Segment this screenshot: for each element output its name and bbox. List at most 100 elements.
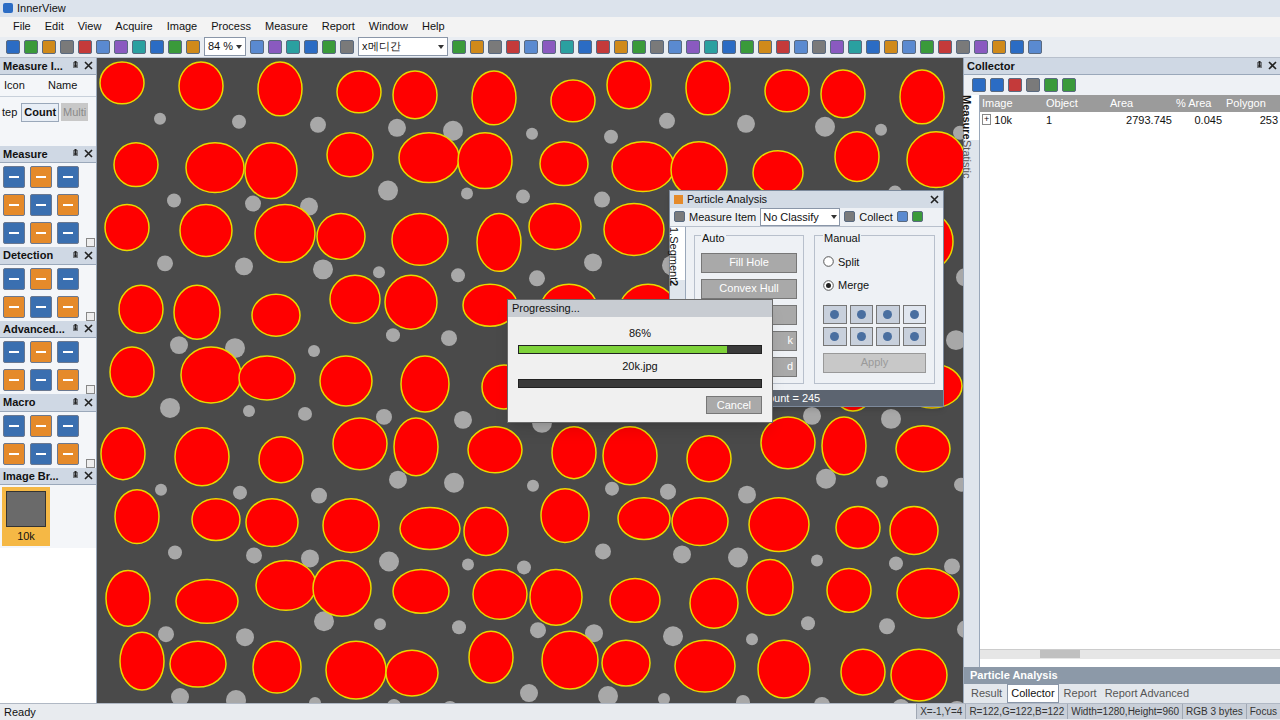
- toolbar-icon[interactable]: [650, 40, 664, 54]
- toolbar-icon[interactable]: [938, 40, 952, 54]
- image-thumbnail[interactable]: 10k: [2, 487, 50, 546]
- column-header[interactable]: Polygon: [1224, 95, 1280, 112]
- pin-icon[interactable]: [71, 398, 80, 407]
- side-tab[interactable]: 2: [670, 280, 685, 286]
- manual-tool-icon[interactable]: [903, 305, 927, 324]
- auto-button[interactable]: Convex Hull: [701, 279, 797, 299]
- scroll-arrow-icon[interactable]: [86, 385, 95, 394]
- menu-item[interactable]: Process: [204, 18, 258, 35]
- close-icon[interactable]: [930, 195, 939, 204]
- toolbar-icon[interactable]: [848, 40, 862, 54]
- close-icon[interactable]: [1268, 61, 1277, 70]
- tool-icon[interactable]: [3, 268, 25, 290]
- toolbar-icon[interactable]: [740, 40, 754, 54]
- toolbar-icon[interactable]: [6, 40, 20, 54]
- bottom-tab[interactable]: Report: [1061, 685, 1100, 702]
- toolbar-icon[interactable]: [902, 40, 916, 54]
- scroll-arrow-icon[interactable]: [86, 312, 95, 321]
- collect-icon[interactable]: [844, 211, 855, 222]
- close-icon[interactable]: [84, 471, 93, 480]
- radio-icon[interactable]: [823, 280, 834, 291]
- menu-item[interactable]: Help: [415, 18, 452, 35]
- toolbar-icon[interactable]: [668, 40, 682, 54]
- collect-button[interactable]: Collect: [859, 209, 893, 226]
- toolbar-icon[interactable]: [96, 40, 110, 54]
- tool-icon[interactable]: [3, 222, 25, 244]
- pin-icon[interactable]: [71, 61, 80, 70]
- scroll-arrow-icon[interactable]: [86, 459, 95, 468]
- toolbar-icon[interactable]: [488, 40, 502, 54]
- menu-item[interactable]: Edit: [38, 18, 71, 35]
- toolbar-icon[interactable]: [884, 40, 898, 54]
- tool-icon[interactable]: [30, 222, 52, 244]
- toolbar-icon[interactable]: [286, 40, 300, 54]
- toolbar-icon[interactable]: [304, 40, 318, 54]
- tool-icon[interactable]: [57, 369, 79, 391]
- toolbar-icon[interactable]: [452, 40, 466, 54]
- toolbar-icon[interactable]: [1010, 40, 1024, 54]
- toolbar-icon[interactable]: [830, 40, 844, 54]
- close-icon[interactable]: [84, 251, 93, 260]
- toolbar-icon[interactable]: [322, 40, 336, 54]
- item-tab[interactable]: Count: [21, 103, 59, 122]
- dialog-title-bar[interactable]: Particle Analysis: [670, 191, 943, 208]
- menu-item[interactable]: Window: [362, 18, 415, 35]
- collector-tool-icon[interactable]: [1008, 78, 1022, 92]
- collector-tool-icon[interactable]: [990, 78, 1004, 92]
- tool-icon[interactable]: [57, 341, 79, 363]
- pin-icon[interactable]: [71, 149, 80, 158]
- toolbar-icon[interactable]: [268, 40, 282, 54]
- cancel-button[interactable]: Cancel: [706, 396, 762, 415]
- toolbar-icon[interactable]: [506, 40, 520, 54]
- tool-icon[interactable]: [3, 296, 25, 318]
- toolbar-icon[interactable]: [186, 40, 200, 54]
- side-tab[interactable]: Statistic: [964, 140, 979, 179]
- toolbar-icon[interactable]: [578, 40, 592, 54]
- tool-icon[interactable]: [3, 166, 25, 188]
- grid-icon[interactable]: [912, 211, 923, 222]
- toolbar-icon[interactable]: [920, 40, 934, 54]
- radio-option[interactable]: Split: [823, 254, 926, 271]
- measure-item-icon[interactable]: [674, 211, 685, 222]
- toolbar-icon[interactable]: [542, 40, 556, 54]
- bottom-tab[interactable]: Report Advanced: [1102, 685, 1192, 702]
- dialog-title-bar[interactable]: Progressing...: [508, 300, 772, 317]
- column-header[interactable]: Image: [980, 95, 1044, 112]
- toolbar-icon[interactable]: [42, 40, 56, 54]
- manual-tool-icon[interactable]: [850, 327, 874, 346]
- menu-item[interactable]: Measure: [258, 18, 315, 35]
- close-icon[interactable]: [84, 398, 93, 407]
- table-row[interactable]: +10k12793.7450.045253: [980, 112, 1280, 129]
- manual-tool-icon[interactable]: [823, 327, 847, 346]
- side-tab[interactable]: 1.Segment: [670, 227, 685, 280]
- toolbar-icon[interactable]: [250, 40, 264, 54]
- tool-icon[interactable]: [57, 194, 79, 216]
- pin-icon[interactable]: [71, 324, 80, 333]
- expand-toggle[interactable]: +: [982, 114, 991, 125]
- mode-select[interactable]: x메디간: [358, 37, 448, 56]
- auto-button[interactable]: Fill Hole: [701, 253, 797, 273]
- bottom-tab[interactable]: Collector: [1007, 684, 1058, 703]
- toolbar-icon[interactable]: [560, 40, 574, 54]
- pin-icon[interactable]: [1255, 61, 1264, 70]
- zoom-select[interactable]: 84 %: [204, 37, 246, 56]
- menu-item[interactable]: Image: [160, 18, 205, 35]
- tool-icon[interactable]: [57, 222, 79, 244]
- tool-icon[interactable]: [30, 268, 52, 290]
- scroll-arrow-icon[interactable]: [86, 238, 95, 247]
- toolbar-icon[interactable]: [722, 40, 736, 54]
- tool-icon[interactable]: [30, 194, 52, 216]
- toolbar-icon[interactable]: [60, 40, 74, 54]
- tool-icon[interactable]: [30, 443, 52, 465]
- toolbar-icon[interactable]: [78, 40, 92, 54]
- side-tab[interactable]: Measure: [964, 95, 979, 140]
- tool-icon[interactable]: [30, 341, 52, 363]
- toolbar-icon[interactable]: [866, 40, 880, 54]
- toolbar-icon[interactable]: [686, 40, 700, 54]
- toolbar-icon[interactable]: [470, 40, 484, 54]
- close-icon[interactable]: [84, 324, 93, 333]
- apply-button[interactable]: Apply: [823, 353, 926, 373]
- settings-icon[interactable]: [897, 211, 908, 222]
- tool-icon[interactable]: [57, 268, 79, 290]
- toolbar-icon[interactable]: [758, 40, 772, 54]
